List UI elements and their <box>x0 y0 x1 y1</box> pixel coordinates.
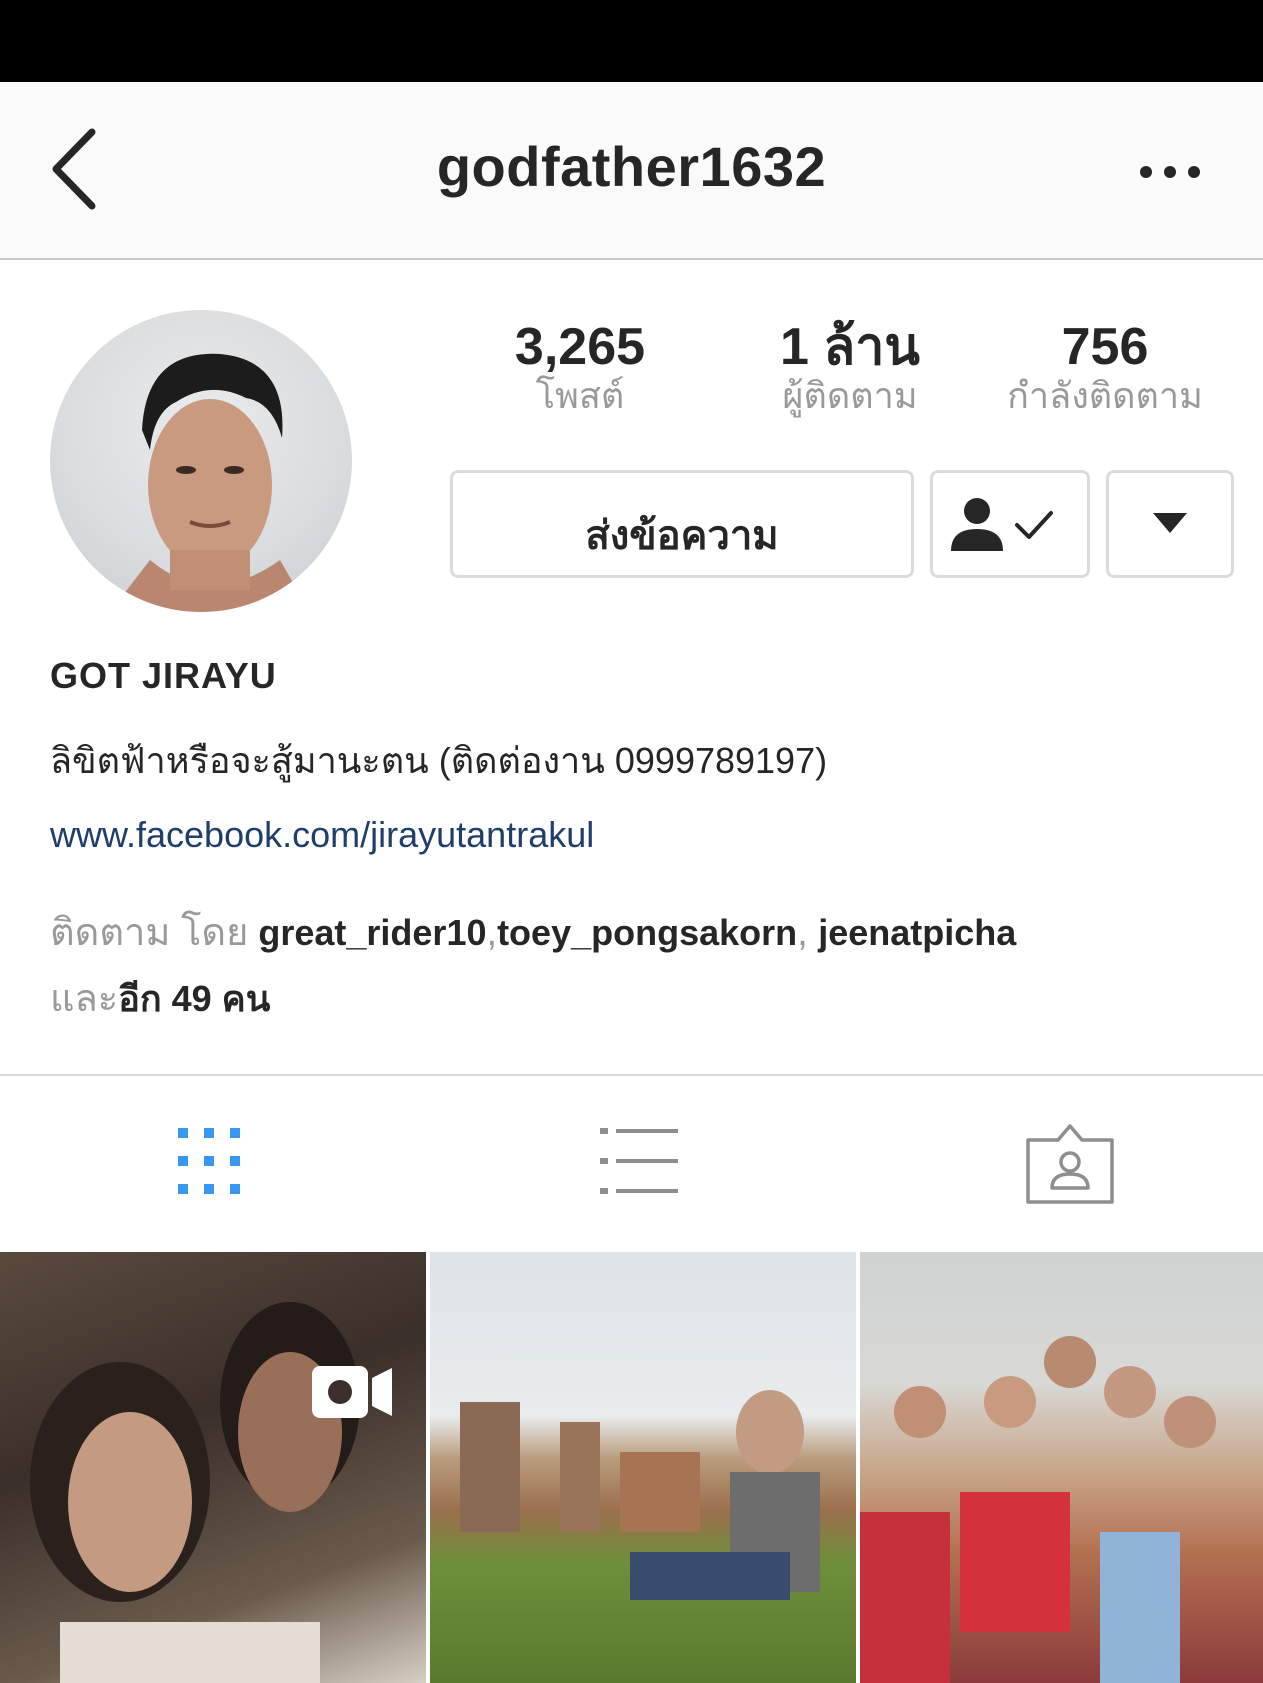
followers-stat[interactable]: 1 ล้าน ผู้ติดตาม <box>750 318 950 416</box>
posts-count: 3,265 <box>514 318 646 376</box>
posts-label: โพสต์ <box>535 375 625 416</box>
suggestions-dropdown-button[interactable] <box>1106 470 1234 578</box>
followers-count: 1 ล้าน <box>780 318 920 376</box>
posts-stat: 3,265 โพสต์ <box>490 318 670 416</box>
display-name: GOT JIRAYU <box>50 655 277 696</box>
post-photo-3 <box>860 1336 1216 1683</box>
grid-icon <box>178 1128 240 1194</box>
followed-by-prefix: ติดตาม โดย <box>50 912 249 954</box>
and-label: และ <box>50 978 119 1020</box>
tagged-icon <box>1026 1124 1114 1204</box>
list-icon <box>600 1128 678 1194</box>
bio-text: ลิขิตฟ้าหรือจะสู้มานะตน (ติดต่องาน 09997… <box>50 740 828 781</box>
more-options-button[interactable] <box>1140 162 1200 182</box>
page-title: godfather1632 <box>436 135 827 198</box>
avatar-photo <box>110 353 310 612</box>
post-photo-2 <box>460 1390 820 1600</box>
following-label: กำลังติดตาม <box>1007 375 1203 416</box>
profile-screen: godfather1632 3,265 โพสต์ 1 ล้าน ผู้ติดต… <box>0 82 1263 1683</box>
follower-link-3[interactable]: jeenatpicha <box>818 912 1016 953</box>
post-thumbnail-3[interactable] <box>860 1252 1263 1683</box>
tab-tagged[interactable] <box>1024 1122 1116 1211</box>
avatar[interactable] <box>50 310 352 612</box>
followers-label: ผู้ติดตาม <box>782 375 918 416</box>
following-count: 756 <box>1061 318 1149 376</box>
post-photo-1 <box>30 1302 360 1683</box>
others-link[interactable]: อีก 49 คน <box>118 978 270 1019</box>
follower-link-2[interactable]: toey_pongsakorn <box>497 912 797 953</box>
website-link[interactable]: www.facebook.com/jirayutantrakul <box>50 814 594 856</box>
post-thumbnail-1[interactable] <box>0 1252 426 1683</box>
caret-down-icon <box>1153 513 1187 533</box>
more-horizontal-icon <box>1140 166 1152 178</box>
tab-grid[interactable] <box>178 1128 248 1203</box>
message-button-label: ส่งข้อความ <box>585 514 779 558</box>
post-thumbnail-2[interactable] <box>430 1252 856 1683</box>
video-camera-icon <box>312 1366 392 1418</box>
following-stat[interactable]: 756 กำลังติดตาม <box>990 318 1220 416</box>
tab-list[interactable] <box>600 1128 680 1203</box>
following-button[interactable] <box>930 470 1090 578</box>
followed-by: ติดตาม โดย great_rider10,toey_pongsakorn… <box>50 912 1017 1020</box>
message-button[interactable]: ส่งข้อความ <box>450 470 914 578</box>
person-check-icon <box>951 498 1053 551</box>
follower-link-1[interactable]: great_rider10 <box>258 912 486 953</box>
header-bar: godfather1632 <box>0 82 1263 260</box>
tabs-divider <box>0 1074 1263 1076</box>
